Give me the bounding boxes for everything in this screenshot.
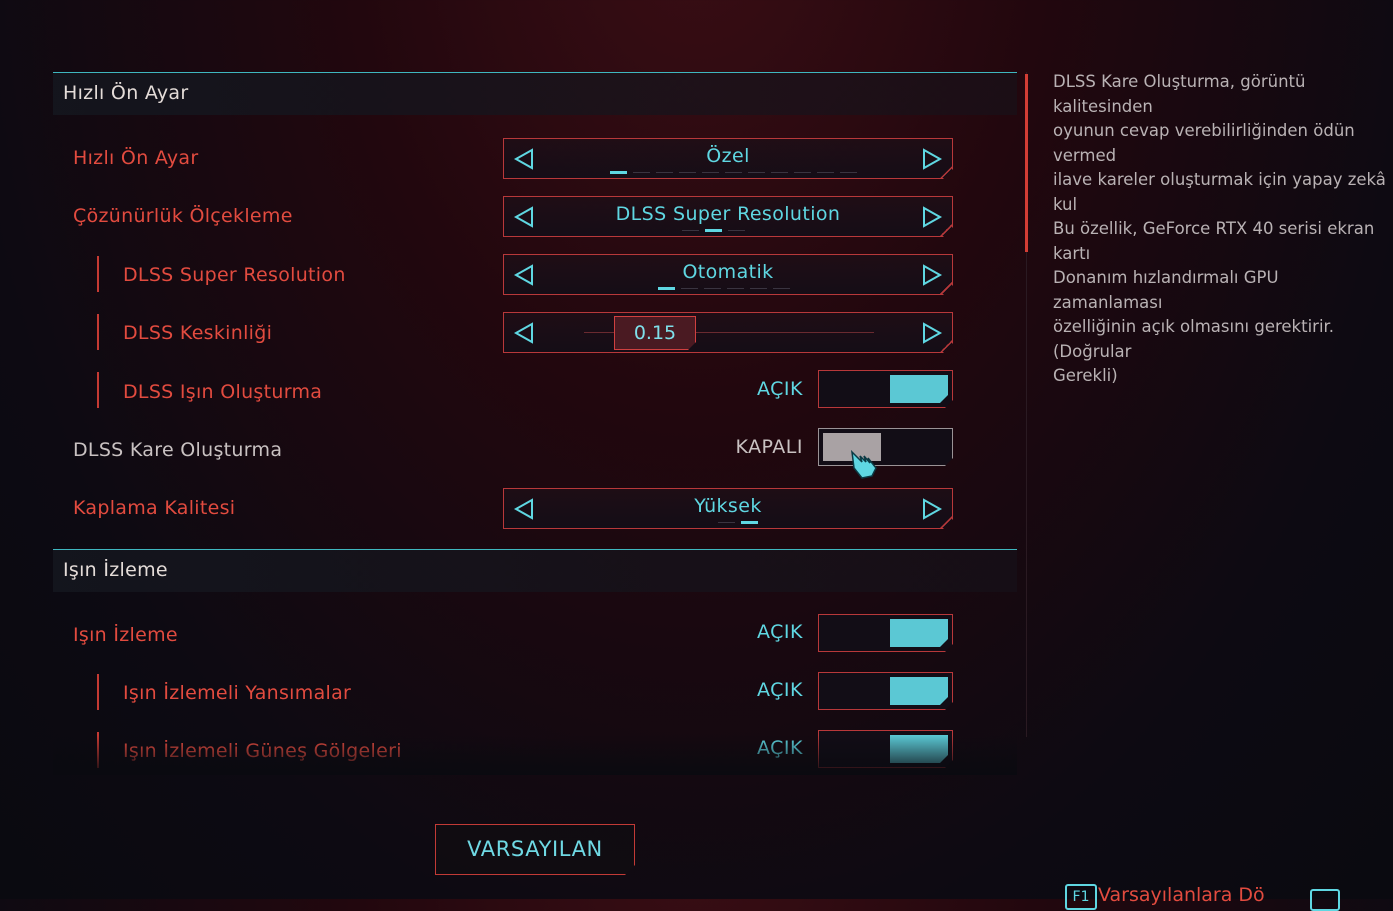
section-header-quick-preset: Hızlı Ön Ayar — [53, 72, 1017, 115]
setting-description: DLSS Kare Oluşturma, görüntü kalitesinde… — [1053, 72, 1386, 385]
row-label-rt-reflections: Işın İzlemeli Yansımalar — [123, 682, 352, 704]
indent-line — [97, 372, 99, 408]
arrow-right-icon[interactable] — [920, 147, 944, 171]
toggle-state-label: AÇIK — [757, 679, 803, 701]
quick-preset-value: Özel — [706, 145, 750, 167]
texture-quality-selector[interactable]: Yüksek — [503, 488, 953, 529]
toggle-state-label: KAPALI — [735, 436, 803, 458]
key-icon — [1310, 889, 1340, 911]
f1-key-icon: F1 — [1065, 884, 1097, 910]
option-indicator — [658, 287, 790, 290]
toggle-state-label: AÇIK — [757, 378, 803, 400]
toggle-knob — [890, 735, 948, 763]
toggle-state-label: AÇIK — [757, 737, 803, 759]
row-label-resolution-scaling: Çözünürlük Ölçekleme — [73, 205, 293, 227]
arrow-right-icon[interactable] — [920, 263, 944, 287]
texture-quality-value: Yüksek — [694, 495, 762, 517]
section-header-ray-tracing: Işın İzleme — [53, 549, 1017, 592]
dlss-sharpness-slider[interactable]: 0.15 — [503, 312, 953, 353]
option-indicator — [610, 171, 857, 174]
row-label-rt-sun-shadows: Işın İzlemeli Güneş Gölgeleri — [123, 740, 402, 762]
row-label-dlss-sharpness: DLSS Keskinliği — [123, 322, 273, 344]
row-label-quick-preset: Hızlı Ön Ayar — [73, 147, 199, 169]
indent-line — [97, 256, 99, 292]
row-label-dlss-frame-gen: DLSS Kare Oluşturma — [73, 439, 283, 461]
toggle-knob — [890, 619, 948, 647]
toggle-knob — [890, 677, 948, 705]
default-button[interactable]: VARSAYILAN — [435, 824, 635, 875]
section-title: Hızlı Ön Ayar — [63, 82, 189, 104]
resolution-scaling-selector[interactable]: DLSS Super Resolution — [503, 196, 953, 237]
arrow-right-icon[interactable] — [920, 497, 944, 521]
rt-sun-shadows-toggle[interactable] — [818, 730, 953, 768]
toggle-knob — [890, 375, 948, 403]
row-label-ray-tracing: Işın İzleme — [73, 624, 178, 646]
dlss-ray-reconstruction-toggle[interactable] — [818, 370, 953, 408]
resolution-scaling-value: DLSS Super Resolution — [615, 203, 841, 225]
scrollbar-thumb[interactable] — [1025, 74, 1028, 252]
dlss-sr-value: Otomatik — [682, 261, 774, 283]
dlss-frame-gen-toggle[interactable] — [818, 428, 953, 466]
quick-preset-selector[interactable]: Özel — [503, 138, 953, 179]
option-indicator — [682, 229, 745, 232]
restore-defaults-hint[interactable]: Varsayılanlara Dö — [1098, 884, 1265, 906]
rt-reflections-toggle[interactable] — [818, 672, 953, 710]
slider-handle[interactable]: 0.15 — [614, 316, 696, 350]
arrow-right-icon[interactable] — [920, 205, 944, 229]
arrow-right-icon[interactable] — [920, 321, 944, 345]
hand-cursor-icon — [850, 449, 877, 479]
ray-tracing-toggle[interactable] — [818, 614, 953, 652]
dlss-sr-selector[interactable]: Otomatik — [503, 254, 953, 295]
section-title: Işın İzleme — [63, 559, 168, 581]
toggle-state-label: AÇIK — [757, 621, 803, 643]
row-label-texture-quality: Kaplama Kalitesi — [73, 497, 236, 519]
indent-line — [97, 674, 99, 710]
row-label-dlss-sr: DLSS Super Resolution — [123, 264, 346, 286]
arrow-left-icon[interactable] — [512, 321, 536, 345]
indent-line — [97, 314, 99, 350]
indent-line — [97, 732, 99, 768]
option-indicator — [718, 521, 758, 524]
row-label-dlss-ray-reconstruction: DLSS Işın Oluşturma — [123, 381, 323, 403]
